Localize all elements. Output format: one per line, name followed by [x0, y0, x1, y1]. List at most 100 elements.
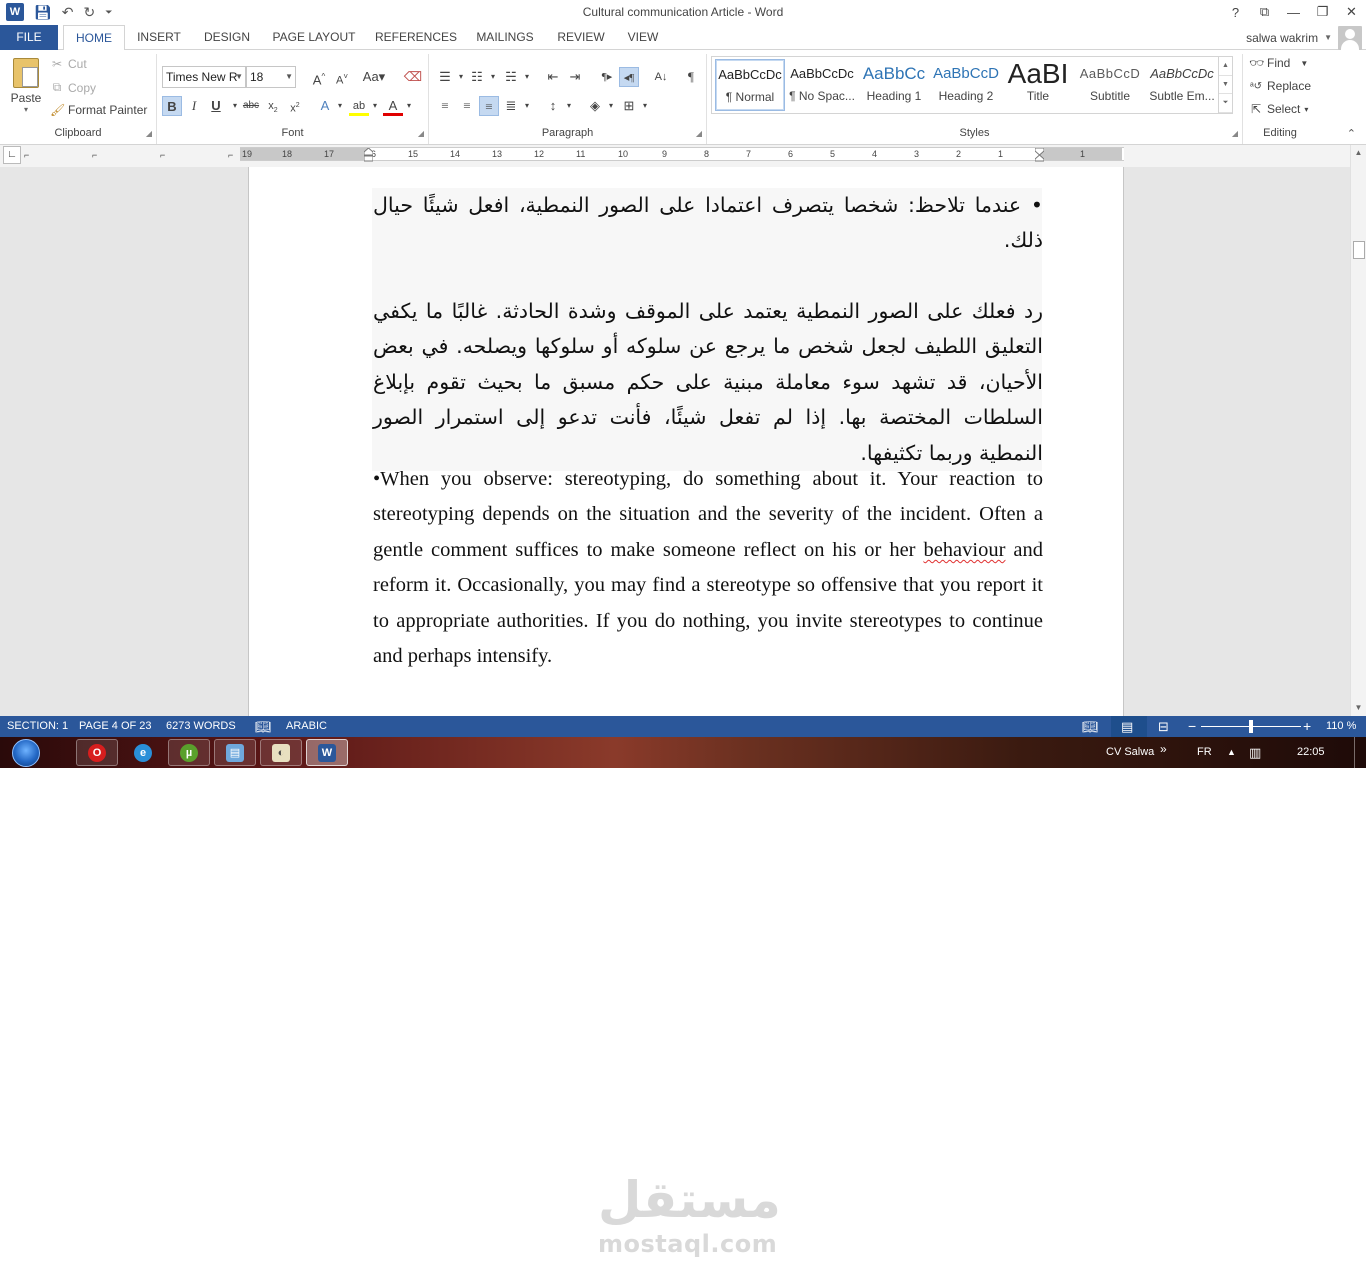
chevron-down-icon[interactable]: ▾ — [6, 105, 46, 114]
tray-language[interactable]: FR — [1197, 737, 1212, 768]
tab-view[interactable]: VIEW — [620, 25, 666, 50]
chevron-down-icon[interactable]: ▾ — [635, 96, 655, 116]
proofing-icon[interactable]: 📖︎ — [255, 716, 272, 737]
style-heading-2[interactable]: AaBbCcD Heading 2 — [931, 59, 1001, 111]
ltr-direction-icon[interactable]: ¶▸ — [597, 67, 617, 87]
tab-review[interactable]: REVIEW — [552, 25, 610, 50]
style-no-spacing[interactable]: AaBbCcDc ¶ No Spac... — [787, 59, 857, 111]
tab-page-layout[interactable]: PAGE LAYOUT — [266, 25, 362, 50]
style-subtle-emphasis[interactable]: AaBbCcDc Subtle Em... — [1147, 59, 1217, 111]
find-button[interactable]: 👓︎ Find ▼ — [1249, 56, 1308, 70]
tab-design[interactable]: DESIGN — [198, 25, 256, 50]
show-hidden-icons-icon[interactable]: ▲ — [1227, 737, 1236, 768]
scroll-up-icon[interactable]: ▲ — [1219, 57, 1232, 76]
style-title[interactable]: AaBI Title — [1003, 59, 1073, 111]
zoom-slider-thumb[interactable] — [1249, 720, 1253, 733]
paste-button[interactable]: Paste ▾ — [6, 56, 46, 118]
copy-button[interactable]: ⧉ Copy — [50, 80, 96, 95]
align-right-icon[interactable]: ≡ — [479, 96, 499, 116]
ribbon-display-options-button[interactable]: ⧉ — [1250, 0, 1279, 24]
battery-icon[interactable]: ▥ — [1249, 737, 1261, 768]
taskbar-word[interactable]: W — [306, 739, 348, 766]
read-mode-icon[interactable]: 📖︎ — [1082, 716, 1099, 737]
restore-button[interactable]: ❐ — [1308, 0, 1337, 24]
scroll-down-icon[interactable]: ▼ — [1351, 700, 1366, 716]
tab-mailings[interactable]: MAILINGS — [470, 25, 540, 50]
right-indent-marker[interactable] — [1034, 147, 1045, 162]
arabic-body-paragraph[interactable]: رد فعلك على الصور النمطية يعتمد على المو… — [373, 294, 1043, 471]
start-button[interactable] — [8, 737, 44, 768]
tab-insert[interactable]: INSERT — [130, 25, 188, 50]
dialog-launcher-icon[interactable]: ◢ — [696, 129, 702, 138]
scroll-up-icon[interactable]: ▲ — [1351, 145, 1366, 161]
bold-icon[interactable]: B — [162, 96, 182, 116]
tab-selector[interactable]: ∟ — [3, 146, 21, 164]
close-button[interactable]: ✕ — [1337, 0, 1366, 24]
change-case-icon[interactable]: Aa▾ — [360, 67, 388, 87]
show-desktop-button[interactable] — [1354, 737, 1366, 768]
tray-user[interactable]: CV Salwa — [1106, 737, 1154, 768]
dialog-launcher-icon[interactable]: ◢ — [1232, 129, 1238, 138]
chevron-down-icon[interactable]: ▾ — [517, 67, 537, 87]
increase-indent-icon[interactable]: ⇥ — [565, 67, 585, 87]
chevron-down-icon[interactable]: ▾ — [330, 96, 350, 116]
zoom-in-button[interactable]: + — [1303, 716, 1311, 737]
more-styles-icon[interactable]: ⏷ — [1219, 94, 1232, 113]
strikethrough-icon[interactable]: abc — [241, 96, 261, 116]
font-family-select[interactable]: Times New R ▼ — [162, 66, 246, 88]
dialog-launcher-icon[interactable]: ◢ — [418, 129, 424, 138]
superscript-icon[interactable]: x2 — [285, 96, 305, 116]
arabic-bullet-paragraph[interactable]: • عندما تلاحظ: شخصا يتصرف اعتمادا على ال… — [373, 188, 1043, 259]
taskbar-notepad[interactable]: ▤ — [214, 739, 256, 766]
vertical-scrollbar[interactable]: ▲ ▼ — [1350, 145, 1366, 716]
tab-references[interactable]: REFERENCES — [372, 25, 460, 50]
format-painter-button[interactable]: 🖌︎ Format Painter — [50, 103, 147, 117]
clock[interactable]: 22:05 — [1297, 737, 1325, 768]
style-normal[interactable]: AaBbCcDc ¶ Normal — [715, 59, 785, 111]
status-words[interactable]: 6273 WORDS — [166, 716, 236, 737]
taskbar-opera[interactable]: O — [76, 739, 118, 766]
underline-icon[interactable]: U — [206, 96, 226, 116]
taskbar-internet-explorer[interactable]: e — [122, 739, 164, 766]
align-center-icon[interactable]: ≡ — [457, 96, 477, 116]
show-formatting-icon[interactable]: ¶ — [681, 67, 701, 87]
print-layout-icon[interactable]: ▤ — [1121, 716, 1133, 737]
spelling-error[interactable]: behaviour — [923, 539, 1005, 561]
status-section[interactable]: SECTION: 1 — [7, 716, 68, 737]
taskbar-utorrent[interactable]: µ — [168, 739, 210, 766]
chevron-down-icon[interactable]: ▾ — [483, 67, 503, 87]
dialog-launcher-icon[interactable]: ◢ — [146, 129, 152, 138]
horizontal-ruler[interactable]: 19 18 17 16 15 14 13 12 11 10 9 8 7 6 5 … — [240, 147, 1124, 162]
styles-gallery-scroll[interactable]: ▲ ▼ ⏷ — [1218, 57, 1232, 113]
tab-home[interactable]: HOME — [63, 25, 125, 51]
replace-button[interactable]: ᵃ↺ Replace — [1249, 79, 1311, 93]
chevron-down-icon[interactable]: ▾ — [517, 96, 537, 116]
italic-icon[interactable]: I — [184, 96, 204, 116]
font-size-select[interactable]: 18 ▼ — [246, 66, 296, 88]
help-button[interactable]: ? — [1221, 0, 1250, 24]
select-button[interactable]: ⇱ Select ▾ — [1249, 102, 1308, 116]
tab-file[interactable]: FILE — [0, 25, 58, 50]
decrease-indent-icon[interactable]: ⇤ — [543, 67, 563, 87]
status-page[interactable]: PAGE 4 OF 23 — [79, 716, 152, 737]
account-area[interactable]: salwa wakrim ▼ — [1246, 25, 1366, 50]
collapse-ribbon-icon[interactable]: ⌃ — [1347, 127, 1356, 140]
status-language[interactable]: ARABIC — [286, 716, 327, 737]
align-left-icon[interactable]: ≡ — [435, 96, 455, 116]
document-area[interactable]: • عندما تلاحظ: شخصا يتصرف اعتمادا على ال… — [0, 167, 1350, 716]
scroll-down-icon[interactable]: ▼ — [1219, 76, 1232, 95]
zoom-level[interactable]: 110 % — [1326, 716, 1356, 737]
subscript-icon[interactable]: x2 — [263, 96, 283, 116]
rtl-direction-icon[interactable]: ◂¶ — [619, 67, 639, 87]
chevron-down-icon[interactable]: ▾ — [399, 96, 419, 116]
avatar[interactable] — [1338, 25, 1362, 50]
tray-chevron-icon[interactable]: » — [1160, 734, 1167, 765]
chevron-down-icon[interactable]: ▾ — [601, 96, 621, 116]
user-name[interactable]: salwa wakrim — [1246, 31, 1318, 45]
chevron-down-icon[interactable]: ▾ — [559, 96, 579, 116]
left-indent-marker[interactable] — [363, 147, 374, 162]
style-subtitle[interactable]: AaBbCcD Subtitle — [1075, 59, 1145, 111]
scrollbar-thumb[interactable] — [1353, 241, 1365, 259]
zoom-out-button[interactable]: − — [1188, 716, 1196, 737]
style-heading-1[interactable]: AaBbCc Heading 1 — [859, 59, 929, 111]
